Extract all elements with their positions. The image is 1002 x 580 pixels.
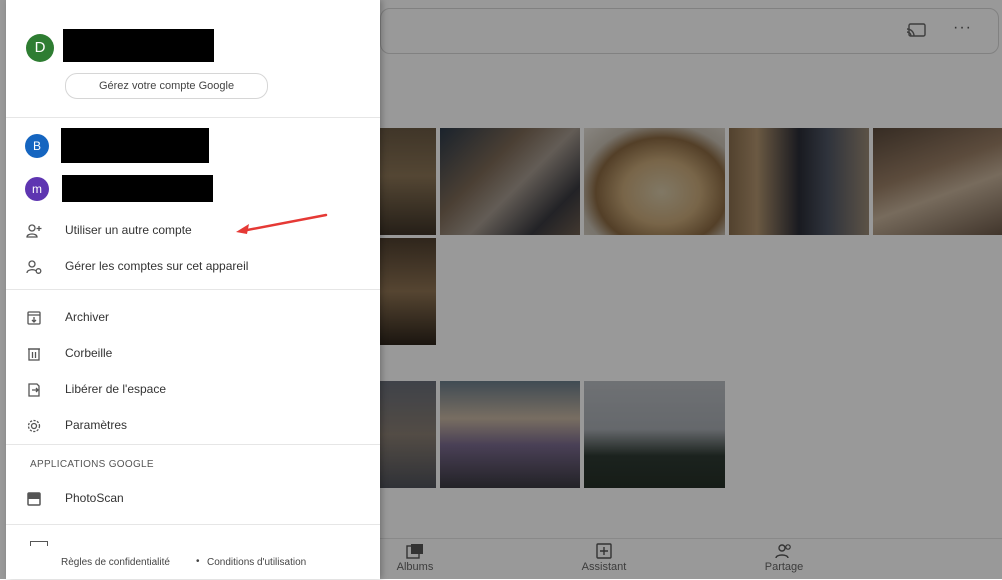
divider <box>6 289 380 290</box>
trash-label: Corbeille <box>65 346 113 360</box>
google-apps-section-title: APPLICATIONS GOOGLE <box>30 459 154 470</box>
free-up-space-label: Libérer de l'espace <box>65 382 167 396</box>
account-avatar-b[interactable]: B <box>25 134 49 158</box>
photoscan-item[interactable]: PhotoScan <box>6 485 380 513</box>
divider <box>6 117 380 118</box>
primary-account-avatar[interactable]: D <box>26 34 54 62</box>
archive-item[interactable]: Archiver <box>6 304 380 332</box>
footer-separator: • <box>196 556 200 567</box>
redacted-account-name <box>61 128 209 163</box>
settings-label: Paramètres <box>65 418 128 432</box>
terms-of-service-link[interactable]: Conditions d'utilisation <box>207 557 306 568</box>
archive-icon <box>27 311 41 325</box>
trash-item[interactable]: Corbeille <box>6 340 380 368</box>
drawer-footer: Règles de confidentialité • Conditions d… <box>6 553 380 573</box>
annotation-arrow-icon <box>236 213 328 234</box>
add-person-icon <box>26 224 42 238</box>
redacted-account-name <box>62 175 213 202</box>
settings-item[interactable]: Paramètres <box>6 412 380 440</box>
manage-accounts-label: Gérer les comptes sur cet appareil <box>65 259 249 273</box>
photoscan-icon <box>27 492 41 506</box>
use-another-account-label: Utiliser un autre compte <box>65 223 192 237</box>
divider <box>6 444 380 445</box>
partially-visible-app-icon <box>30 541 48 546</box>
free-up-space-item[interactable]: Libérer de l'espace <box>6 376 380 404</box>
trash-icon <box>28 348 40 361</box>
settings-gear-icon <box>27 419 41 433</box>
redacted-account-name <box>63 29 214 62</box>
archive-label: Archiver <box>65 310 110 324</box>
account-navigation-drawer: D Gérez votre compte Google B m Utiliser… <box>6 0 380 579</box>
privacy-policy-link[interactable]: Règles de confidentialité <box>61 557 170 568</box>
photoscan-label: PhotoScan <box>65 491 124 505</box>
free-space-icon <box>28 383 40 397</box>
manage-google-account-button[interactable]: Gérez votre compte Google <box>65 73 268 99</box>
manage-accounts-item[interactable]: Gérer les comptes sur cet appareil <box>6 253 380 281</box>
account-avatar-m[interactable]: m <box>25 177 49 201</box>
manage-accounts-icon <box>26 260 42 274</box>
divider <box>6 524 380 525</box>
